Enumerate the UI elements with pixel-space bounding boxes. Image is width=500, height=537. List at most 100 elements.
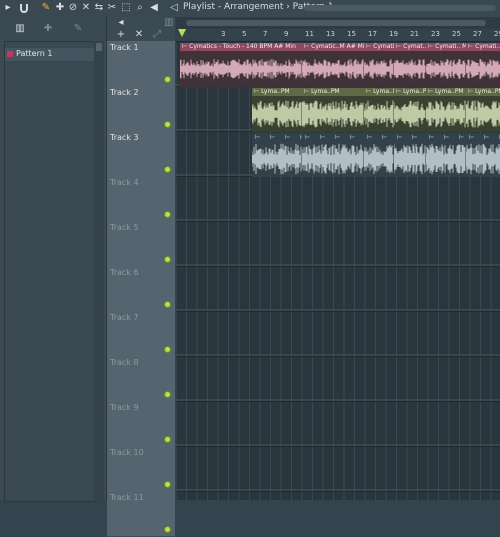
playhead-marker[interactable] — [178, 29, 186, 37]
clip-waveform — [394, 96, 426, 132]
top-scrollbar-area[interactable] — [300, 0, 500, 17]
audio-clip[interactable]: ⊢ Cymatic..M A# Min — [302, 43, 364, 87]
track-header[interactable]: Track 11 — [107, 491, 175, 537]
track-mute-indicator[interactable] — [164, 256, 171, 263]
clip-marker-bar: ⊢⊢⊢⊢ — [255, 134, 302, 141]
pattern-item[interactable]: Pattern 1 — [5, 48, 95, 61]
paint-icon[interactable]: ✚ — [54, 2, 66, 14]
playlist-menu-icon[interactable]: ◁ — [168, 2, 180, 14]
arrow-right-icon[interactable]: ▸ — [2, 2, 14, 14]
bar-number: 7 — [263, 30, 268, 38]
pattern-list-scrollbar[interactable] — [94, 41, 104, 500]
audio-clip[interactable]: ⊢ Lyma..PM — [252, 88, 302, 132]
audio-clip[interactable]: ⊢⊢⊢ — [426, 133, 466, 177]
zoom-icon[interactable]: ⌕ — [134, 2, 146, 14]
grid-icon[interactable]: ▥ — [163, 17, 175, 29]
track-mute-indicator[interactable] — [164, 76, 171, 83]
magnet-icon[interactable] — [18, 2, 30, 14]
audio-clip[interactable]: ⊢ Lyma..PM — [466, 88, 500, 132]
track-mute-indicator[interactable] — [164, 436, 171, 443]
clip-waveform — [364, 96, 394, 132]
clip-waveform — [302, 51, 364, 87]
track-mute-indicator[interactable] — [164, 481, 171, 488]
link-icon[interactable]: ⤢ — [151, 29, 163, 41]
bar-number: 27 — [473, 30, 482, 38]
clip-label: ⊢ Lyma..PM — [466, 88, 500, 96]
audio-clip[interactable]: ⊢ Lyma..PM — [302, 88, 364, 132]
track-header[interactable]: Track 1 — [107, 41, 175, 87]
piano-icon[interactable]: ▥ — [14, 23, 26, 35]
audio-clip[interactable]: ⊢ Lyma..PM — [364, 88, 394, 132]
track-header[interactable]: Track 5 — [107, 221, 175, 267]
track-name: Track 1 — [110, 43, 139, 52]
browser-panel: ▥ ✚ ✎ Pattern 1 — [0, 17, 107, 502]
pattern-label: Pattern 1 — [16, 49, 53, 58]
speaker-icon[interactable]: ◀ — [148, 2, 160, 14]
add-pattern-icon[interactable]: ✚ — [42, 23, 54, 35]
audio-clip[interactable]: ⊢ Lyma..PM — [426, 88, 466, 132]
audio-clip[interactable]: ⊢ Cymati.. — [466, 43, 500, 87]
track-header[interactable]: Track 10 — [107, 446, 175, 492]
audio-clip[interactable]: ⊢ Cymati.. Min — [426, 43, 466, 87]
audio-clip[interactable]: ⊢⊢⊢⊢ — [302, 133, 364, 177]
track-mute-indicator[interactable] — [164, 166, 171, 173]
audio-clip[interactable]: ⊢ Cymat.. Min — [394, 43, 426, 87]
select-icon[interactable]: ⬚ — [120, 2, 132, 14]
track-header[interactable]: Track 7 — [107, 311, 175, 357]
timeline-scrollbar[interactable] — [176, 17, 500, 29]
track-name: Track 11 — [110, 493, 144, 502]
track-mute-indicator[interactable] — [164, 121, 171, 128]
track-mute-indicator[interactable] — [164, 391, 171, 398]
audio-clip[interactable]: ⊢ Lyma..PM — [394, 88, 426, 132]
audio-clip[interactable]: ⊢⊢⊢⊢ — [252, 133, 302, 177]
add-track-icon[interactable]: + — [115, 29, 127, 41]
track-header[interactable]: Track 9 — [107, 401, 175, 447]
audio-clip[interactable]: ⊢ ⊢ — [364, 133, 394, 177]
audio-clip[interactable]: ⊢⊢⊢ — [466, 133, 500, 177]
clip-waveform — [302, 141, 364, 177]
track-header-toolbar: ◂ + ✕ ⤢ ▥ — [107, 17, 175, 41]
audio-clip[interactable]: ⊢ Cymatic..M A# Min — [364, 43, 394, 87]
audio-clip[interactable]: ⊢ Cymatics - Touch - 140 BPM A# Min — [180, 43, 302, 87]
audio-clip[interactable]: ⊢ ⊢ — [394, 133, 426, 177]
edit-pattern-icon[interactable]: ✎ — [72, 23, 84, 35]
clip-waveform — [364, 51, 394, 87]
track-name: Track 2 — [110, 88, 139, 97]
scroll-left-icon[interactable]: ◂ — [115, 17, 127, 29]
track-mute-indicator[interactable] — [164, 346, 171, 353]
track-name: Track 7 — [110, 313, 139, 322]
clip-waveform — [394, 51, 426, 87]
pencil-icon[interactable]: ✎ — [40, 2, 52, 14]
clip-label: ⊢ Lyma..PM — [252, 88, 302, 96]
close-icon[interactable]: ✕ — [133, 29, 145, 41]
bar-number: 17 — [368, 30, 377, 38]
clip-waveform — [426, 51, 466, 87]
browser-header: ▥ ✚ ✎ — [0, 17, 106, 41]
track-header[interactable]: Track 3 — [107, 131, 175, 177]
clip-waveform — [426, 96, 466, 132]
clip-label: ⊢ Cymatic..M A# Min — [364, 43, 394, 51]
delete-icon[interactable]: ⊘ — [67, 2, 79, 14]
track-header[interactable]: Track 8 — [107, 356, 175, 402]
mute-icon[interactable]: ✕ — [80, 2, 92, 14]
track-mute-indicator[interactable] — [164, 301, 171, 308]
bar-number: 23 — [431, 30, 440, 38]
clip-waveform — [364, 141, 394, 177]
track-header[interactable]: Track 2 — [107, 86, 175, 132]
track-name: Track 4 — [110, 178, 139, 187]
clip-marker-bar: ⊢ ⊢ — [367, 134, 388, 141]
track-header[interactable]: Track 4 — [107, 176, 175, 222]
bar-number: 15 — [347, 30, 356, 38]
track-mute-indicator[interactable] — [164, 526, 171, 533]
bar-number: 9 — [284, 30, 289, 38]
clip-waveform — [466, 141, 500, 177]
track-name: Track 8 — [110, 358, 139, 367]
playlist-grid[interactable]: ⊢ Cymatics - Touch - 140 BPM A# Min ⊢ Cym… — [176, 41, 500, 500]
track-header[interactable]: Track 6 — [107, 266, 175, 312]
track-mute-indicator[interactable] — [164, 211, 171, 218]
clip-waveform — [302, 96, 364, 132]
slice-icon[interactable]: ✂ — [106, 2, 118, 14]
track-name: Track 3 — [110, 133, 139, 142]
slip-icon[interactable]: ⇆ — [93, 2, 105, 14]
clip-marker-bar: ⊢⊢⊢⊢ — [305, 134, 356, 141]
